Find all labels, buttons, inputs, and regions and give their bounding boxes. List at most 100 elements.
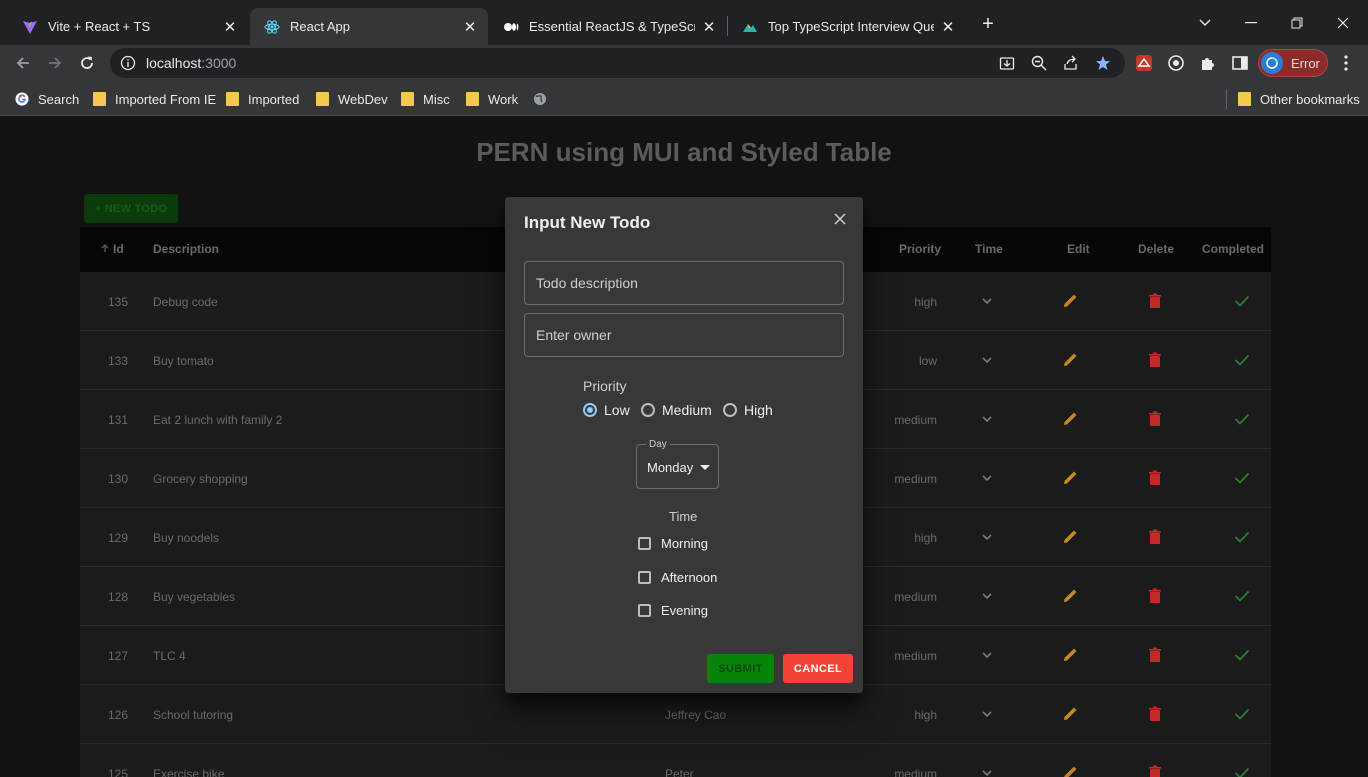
time-checkbox-afternoon[interactable]: Afternoon: [638, 570, 717, 585]
bookmark-folder-misc[interactable]: Misc: [400, 90, 450, 108]
reload-icon[interactable]: [73, 49, 101, 77]
delete-trash-icon[interactable]: [1146, 351, 1164, 369]
delete-trash-icon[interactable]: [1146, 528, 1164, 546]
edit-pencil-icon[interactable]: [1061, 587, 1079, 605]
edit-pencil-icon[interactable]: [1061, 705, 1079, 723]
edit-pencil-icon[interactable]: [1061, 469, 1079, 487]
new-tab-button[interactable]: +: [976, 12, 1000, 36]
expand-time-icon[interactable]: [978, 469, 996, 487]
bookmark-label: Work: [488, 91, 519, 107]
delete-trash-icon[interactable]: [1146, 764, 1164, 777]
close-icon[interactable]: [832, 211, 848, 227]
completed-check-icon[interactable]: [1233, 410, 1251, 428]
dialog-title: Input New Todo: [524, 213, 651, 232]
delete-trash-icon[interactable]: [1146, 292, 1164, 310]
tab-react-app[interactable]: React App ✕: [250, 8, 488, 45]
priority-radio-low[interactable]: Low: [583, 402, 630, 418]
new-todo-button[interactable]: + NEW TODO: [84, 194, 178, 223]
profile-status-label: Error: [1291, 55, 1320, 71]
expand-time-icon[interactable]: [978, 646, 996, 664]
expand-time-icon[interactable]: [978, 764, 996, 777]
sort-id-header[interactable]: Id: [100, 242, 124, 256]
restore-icon[interactable]: [1274, 0, 1320, 45]
time-checkbox-morning[interactable]: Morning: [638, 536, 708, 551]
edit-pencil-icon[interactable]: [1061, 764, 1079, 777]
side-panel-icon[interactable]: [1230, 53, 1250, 73]
minimize-icon[interactable]: [1228, 0, 1274, 45]
completed-check-icon[interactable]: [1233, 587, 1251, 605]
completed-check-icon[interactable]: [1233, 351, 1251, 369]
tab-essential-react[interactable]: Essential ReactJS & TypeScript Int ✕: [489, 8, 727, 45]
close-icon[interactable]: ✕: [462, 19, 478, 36]
expand-time-icon[interactable]: [978, 410, 996, 428]
share-icon[interactable]: [1062, 54, 1080, 72]
todo-description-field[interactable]: [524, 261, 844, 305]
site-info-icon[interactable]: [120, 55, 136, 71]
extension-circle-icon[interactable]: [1166, 53, 1186, 73]
bookmark-folder-imported-from-ie[interactable]: Imported From IE: [92, 90, 216, 108]
header-time: Time: [975, 242, 1003, 256]
expand-time-icon[interactable]: [978, 528, 996, 546]
profile-error-button[interactable]: Error: [1258, 49, 1328, 77]
install-app-icon[interactable]: [998, 54, 1016, 72]
expand-time-icon[interactable]: [978, 587, 996, 605]
bookmark-folder-imported[interactable]: Imported: [225, 90, 299, 108]
bookmark-other-bookmarks[interactable]: Other bookmarks: [1237, 90, 1360, 108]
owner-field[interactable]: [524, 313, 844, 357]
completed-check-icon[interactable]: [1233, 292, 1251, 310]
tab-typescript-questions[interactable]: Top TypeScript Interview Questio ✕: [728, 8, 966, 45]
expand-time-icon[interactable]: [978, 292, 996, 310]
bookmark-folder-work[interactable]: Work: [465, 90, 518, 108]
submit-button[interactable]: SUBMIT: [707, 654, 774, 683]
address-bar[interactable]: localhost:3000: [110, 48, 1125, 78]
close-icon[interactable]: ✕: [222, 19, 238, 36]
back-icon[interactable]: [9, 49, 37, 77]
delete-trash-icon[interactable]: [1146, 587, 1164, 605]
tab-search-icon[interactable]: [1182, 0, 1228, 45]
close-icon[interactable]: ✕: [701, 19, 717, 36]
row-owner: Jeffrey Cao: [665, 708, 727, 722]
priority-radio-high[interactable]: High: [723, 402, 773, 418]
owner-input[interactable]: [536, 327, 826, 343]
edit-pencil-icon[interactable]: [1061, 646, 1079, 664]
cancel-button[interactable]: CANCEL: [783, 654, 853, 683]
row-id: 135: [107, 295, 128, 309]
folder-icon: [465, 91, 479, 107]
delete-trash-icon[interactable]: [1146, 469, 1164, 487]
delete-trash-icon[interactable]: [1146, 705, 1164, 723]
completed-check-icon[interactable]: [1233, 705, 1251, 723]
forward-icon[interactable]: [41, 49, 69, 77]
completed-check-icon[interactable]: [1233, 764, 1251, 777]
edit-pencil-icon[interactable]: [1061, 292, 1079, 310]
bookmark-search[interactable]: Search: [15, 90, 79, 108]
url-host: localhost: [146, 55, 202, 71]
bookmark-star-icon[interactable]: [1094, 54, 1112, 72]
browser-menu-icon[interactable]: [1336, 53, 1356, 73]
row-priority: medium: [894, 472, 937, 486]
extensions-puzzle-icon[interactable]: [1198, 53, 1218, 73]
day-select[interactable]: Day Monday: [636, 439, 719, 489]
priority-radio-medium[interactable]: Medium: [641, 402, 712, 418]
edit-pencil-icon[interactable]: [1061, 410, 1079, 428]
time-checkbox-evening[interactable]: Evening: [638, 603, 708, 618]
bookmark-label: Other bookmarks: [1260, 91, 1360, 107]
delete-trash-icon[interactable]: [1146, 646, 1164, 664]
close-icon[interactable]: ✕: [940, 19, 956, 36]
row-id: 127: [107, 649, 128, 663]
expand-time-icon[interactable]: [978, 351, 996, 369]
bookmark-globe[interactable]: [533, 90, 556, 108]
completed-check-icon[interactable]: [1233, 646, 1251, 664]
edit-pencil-icon[interactable]: [1061, 351, 1079, 369]
bookmark-folder-webdev[interactable]: WebDev: [315, 90, 388, 108]
expand-time-icon[interactable]: [978, 705, 996, 723]
edit-pencil-icon[interactable]: [1061, 528, 1079, 546]
delete-trash-icon[interactable]: [1146, 410, 1164, 428]
tab-vite[interactable]: Vite + React + TS ✕: [8, 8, 248, 45]
completed-check-icon[interactable]: [1233, 528, 1251, 546]
todo-description-input[interactable]: [536, 275, 826, 291]
completed-check-icon[interactable]: [1233, 469, 1251, 487]
time-label: Time: [669, 509, 698, 524]
window-close-icon[interactable]: [1320, 0, 1366, 45]
extension-red-icon[interactable]: [1134, 53, 1154, 73]
zoom-icon[interactable]: [1030, 54, 1048, 72]
